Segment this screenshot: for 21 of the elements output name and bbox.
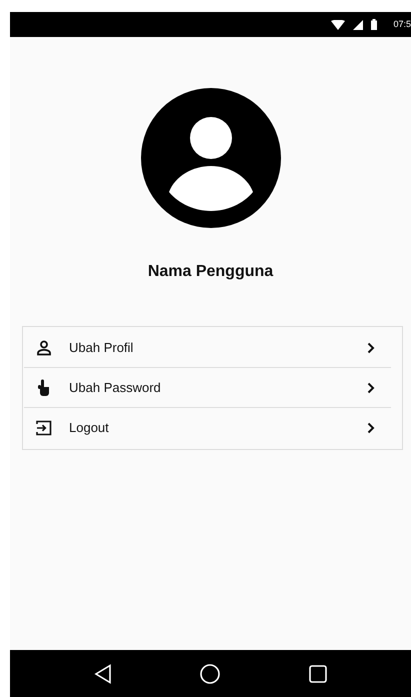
chevron-right-icon <box>367 382 375 394</box>
recent-apps-icon[interactable] <box>308 664 327 682</box>
menu-item[interactable]: Logout <box>24 408 391 448</box>
battery-icon <box>371 19 378 30</box>
menu-label: Ubah Profil <box>69 338 134 357</box>
chevron-right-icon <box>367 342 375 354</box>
chevron-right-icon <box>367 422 375 434</box>
signal-icon <box>353 20 364 30</box>
wifi-icon <box>331 20 346 30</box>
menu-label: Ubah Password <box>69 378 162 397</box>
menu-label: Logout <box>69 419 110 438</box>
pointing-hand-icon <box>37 378 51 396</box>
home-icon[interactable] <box>200 664 220 684</box>
user-name: Nama Pengguna <box>148 262 274 282</box>
menu-item[interactable]: Ubah Profil <box>24 328 391 368</box>
status-time: 07:5 <box>393 18 411 31</box>
back-icon[interactable] <box>94 664 112 684</box>
menu-item[interactable]: Ubah Password <box>24 368 391 408</box>
person-icon <box>36 340 52 356</box>
logout-icon <box>36 420 52 436</box>
avatar-icon <box>140 88 280 228</box>
